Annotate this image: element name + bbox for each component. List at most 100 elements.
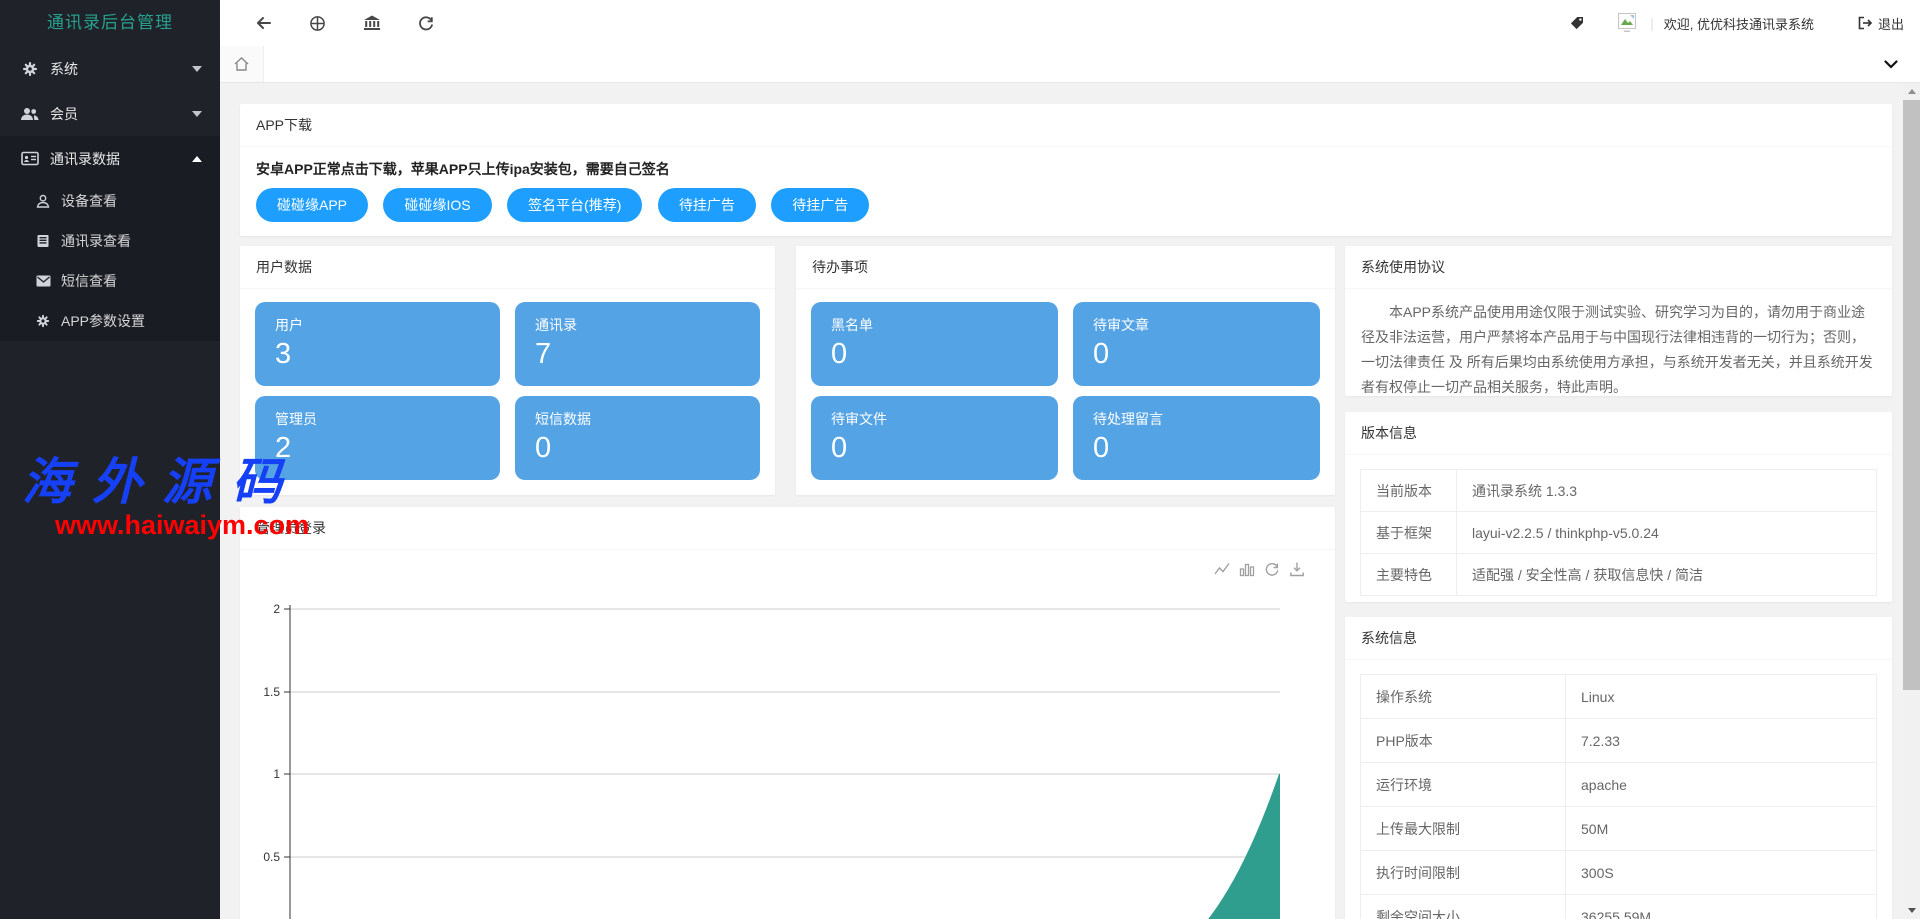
card-title: 版本信息 [1345,412,1892,455]
tag-icon[interactable] [1570,16,1584,30]
app-root: 通讯录后台管理 系统 会员 通讯录数据 [0,0,1920,919]
stat-label: 待审文章 [1093,315,1300,335]
topbar-right: | 欢迎, 优优科技通讯录系统 退出 [1570,11,1920,35]
pending-ad-button[interactable]: 待挂广告 [658,188,756,222]
sidebar-item-members[interactable]: 会员 [0,91,220,136]
stat-label: 管理员 [275,409,480,429]
table-row: 剩余空间大小 36255.59M [1361,895,1877,919]
stat-card-users[interactable]: 用户 3 [255,302,500,386]
card-title: 系统信息 [1345,617,1892,660]
topbar: | 欢迎, 优优科技通讯录系统 退出 [220,0,1920,46]
main-content: APP下载 安卓APP正常点击下载，苹果APP只上传ipa安装包，需要自己签名 … [220,83,1920,919]
sidebar-item-label: 会员 [50,104,78,124]
chevron-up-icon [192,156,202,162]
area-series [1190,774,1280,919]
stat-value: 0 [831,432,1038,465]
todo-grid: 黑名单 0 待审文章 0 待审文件 0 待处理留言 0 [796,289,1335,495]
mail-icon [34,275,52,287]
target-icon[interactable] [309,15,326,32]
row-label: PHP版本 [1361,719,1566,763]
stat-label: 待处理留言 [1093,409,1300,429]
user-stats-card: 用户数据 用户 3 通讯录 7 管理员 2 短信数据 0 [240,246,775,495]
gear-icon [34,314,52,328]
stat-label: 短信数据 [535,409,740,429]
sign-platform-button[interactable]: 签名平台(推荐) [507,188,642,222]
stat-label: 通讯录 [535,315,740,335]
row-value: 36255.59M [1566,895,1877,919]
row-value: 7.2.33 [1566,719,1877,763]
table-row: 运行环境 apache [1361,763,1877,807]
table-row: 操作系统 Linux [1361,675,1877,719]
stat-card-admins[interactable]: 管理员 2 [255,396,500,480]
admin-login-chart[interactable]: 2 1.5 1 0.5 [240,550,1335,919]
app-download-note: 安卓APP正常点击下载，苹果APP只上传ipa安装包，需要自己签名 [256,159,1876,179]
sidebar-subitem-label: 设备查看 [61,191,117,211]
row-label: 上传最大限制 [1361,807,1566,851]
version-info-table: 当前版本 通讯录系统 1.3.3 基于框架 layui-v2.2.5 / thi… [1360,469,1877,596]
stat-card-sms[interactable]: 短信数据 0 [515,396,760,480]
card-title: 用户数据 [240,246,775,289]
sidebar-subitem-device-view[interactable]: 设备查看 [0,181,220,221]
home-tab[interactable] [220,46,264,82]
back-icon[interactable] [255,15,272,31]
row-value: 300S [1566,851,1877,895]
scroll-up-arrow[interactable] [1903,83,1920,100]
row-value: Linux [1566,675,1877,719]
row-value: 50M [1566,807,1877,851]
app-title: 通讯录后台管理 [0,0,220,46]
row-value: apache [1566,763,1877,807]
row-label: 剩余空间大小 [1361,895,1566,919]
separator: | [1650,15,1654,31]
system-info-table: 操作系统 Linux PHP版本 7.2.33 运行环境 apache 上传最大… [1360,674,1877,919]
vertical-scrollbar[interactable] [1903,83,1920,919]
stat-value: 0 [535,432,740,465]
tab-bar [220,46,1920,83]
system-info-card: 系统信息 操作系统 Linux PHP版本 7.2.33 运行环境 apache… [1345,617,1892,919]
pending-ad-button[interactable]: 待挂广告 [771,188,869,222]
refresh-icon[interactable] [418,15,434,31]
y-tick-2: 2 [273,602,280,616]
stat-label: 用户 [275,315,480,335]
row-value: layui-v2.2.5 / thinkphp-v5.0.24 [1457,512,1877,554]
gear-icon [20,61,40,77]
row-label: 基于框架 [1361,512,1457,554]
stat-card-contacts[interactable]: 通讯录 7 [515,302,760,386]
sidebar-subitem-label: APP参数设置 [61,311,145,331]
triangle-down-icon [1908,908,1916,913]
scrollbar-thumb[interactable] [1903,100,1920,690]
sidebar-item-contacts-data[interactable]: 通讯录数据 [0,136,220,181]
tabs-dropdown-chevron-icon[interactable] [1884,60,1898,69]
stat-value: 0 [831,338,1038,371]
broken-avatar-image[interactable] [1614,11,1640,35]
stat-card-blacklist[interactable]: 黑名单 0 [811,302,1058,386]
download-ios-button[interactable]: 碰碰缘IOS [383,188,491,222]
sidebar-subitem-contacts-view[interactable]: 通讯录查看 [0,221,220,261]
bank-icon[interactable] [363,15,381,31]
table-row: 基于框架 layui-v2.2.5 / thinkphp-v5.0.24 [1361,512,1877,554]
download-android-button[interactable]: 碰碰缘APP [256,188,368,222]
todo-card: 待办事项 黑名单 0 待审文章 0 待审文件 0 待处理留言 0 [796,246,1335,495]
sidebar-subitem-sms-view[interactable]: 短信查看 [0,261,220,301]
sidebar-item-label: 系统 [50,59,78,79]
stat-value: 0 [1093,432,1300,465]
y-tick-1-5: 1.5 [263,685,280,699]
stat-card-pending-messages[interactable]: 待处理留言 0 [1073,396,1320,480]
row-value: 通讯录系统 1.3.3 [1457,470,1877,512]
admin-login-chart-card: 管理员登录 [240,507,1335,919]
logout-label: 退出 [1878,14,1904,33]
sidebar-subitem-app-settings[interactable]: APP参数设置 [0,301,220,341]
stat-card-pending-files[interactable]: 待审文件 0 [811,396,1058,480]
stat-card-pending-articles[interactable]: 待审文章 0 [1073,302,1320,386]
stat-label: 待审文件 [831,409,1038,429]
row-label: 当前版本 [1361,470,1457,512]
table-row: 主要特色 适配强 / 安全性高 / 获取信息快 / 简洁 [1361,554,1877,596]
user-stats-grid: 用户 3 通讯录 7 管理员 2 短信数据 0 [240,289,775,495]
table-row: 执行时间限制 300S [1361,851,1877,895]
chevron-down-icon [192,66,202,72]
logout-button[interactable]: 退出 [1858,14,1904,33]
users-icon [20,106,40,122]
scroll-down-arrow[interactable] [1903,902,1920,919]
sidebar: 通讯录后台管理 系统 会员 通讯录数据 [0,0,220,919]
sidebar-item-system[interactable]: 系统 [0,46,220,91]
y-tick-1: 1 [273,767,280,781]
